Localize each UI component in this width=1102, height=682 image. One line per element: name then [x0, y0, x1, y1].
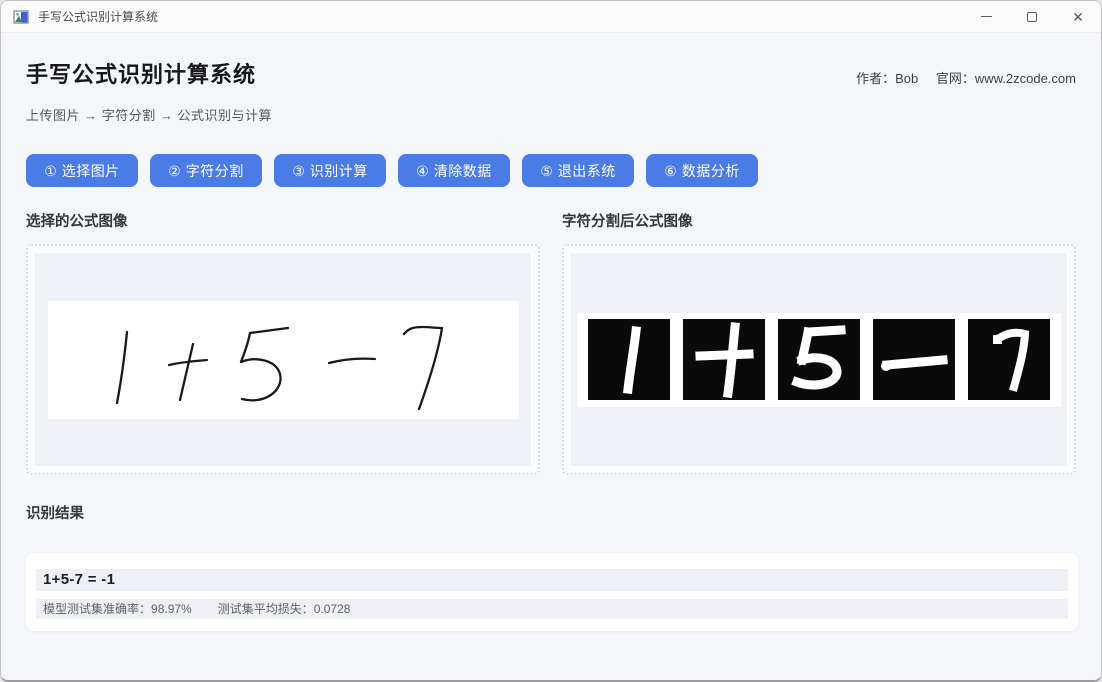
minimize-icon	[980, 16, 992, 17]
original-image-panel	[26, 244, 540, 475]
data-analysis-button[interactable]: ⑥ 数据分析	[646, 154, 758, 187]
toolbar: ① 选择图片 ② 字符分割 ③ 识别计算 ④ 清除数据 ⑤ 退出系统 ⑥ 数据分…	[26, 154, 1076, 187]
result-expression: 1+5-7 = -1	[36, 569, 1068, 591]
segmented-char-7	[968, 319, 1050, 400]
header: 手写公式识别计算系统 作者：Bob 官网：www.2zcode.com	[26, 57, 1076, 89]
segmented-image-panel	[562, 244, 1076, 475]
image-panels	[26, 244, 1076, 475]
segmented-char-plus	[683, 319, 765, 400]
handwritten-formula-image	[47, 300, 519, 419]
website-text: 官网：www.2zcode.com	[935, 71, 1076, 86]
segmented-image-area	[571, 253, 1067, 466]
author-text: 作者：Bob	[856, 71, 919, 86]
author-info: 作者：Bob 官网：www.2zcode.com	[856, 68, 1076, 89]
result-card: 1+5-7 = -1 模型测试集准确率：98.97% 测试集平均损失：0.0728	[26, 553, 1078, 631]
clear-data-button[interactable]: ④ 清除数据	[398, 154, 510, 187]
original-image-area	[35, 253, 531, 466]
select-image-button[interactable]: ① 选择图片	[26, 154, 138, 187]
app-window: 手写公式识别计算系统 ✕ 手写公式识别计算系统 作者：Bob 官网：www.2z…	[0, 0, 1102, 682]
close-icon: ✕	[1072, 8, 1084, 25]
segmented-char-minus	[873, 319, 955, 400]
main-content: 手写公式识别计算系统 作者：Bob 官网：www.2zcode.com 上传图片…	[1, 33, 1101, 680]
segmented-char-5	[778, 319, 860, 400]
accuracy-label: 模型测试集准确率：	[43, 602, 152, 616]
accuracy-value: 98.97%	[151, 602, 192, 616]
maximize-button[interactable]	[1009, 1, 1055, 32]
close-button[interactable]: ✕	[1055, 1, 1101, 32]
exit-system-button[interactable]: ⑤ 退出系统	[522, 154, 634, 187]
workflow-steps: 上传图片 → 字符分割 → 公式识别与计算	[26, 108, 272, 123]
original-image-label: 选择的公式图像	[26, 214, 128, 230]
result-stats: 模型测试集准确率：98.97% 测试集平均损失：0.0728	[36, 599, 1068, 619]
maximize-icon	[1027, 11, 1037, 22]
loss-value: 0.0728	[313, 602, 351, 616]
segmented-characters-strip	[577, 312, 1061, 407]
recognize-calc-button[interactable]: ③ 识别计算	[274, 154, 386, 187]
result-section-label: 识别结果	[26, 506, 84, 522]
app-icon	[13, 9, 29, 24]
segmented-image-label: 字符分割后公式图像	[562, 214, 693, 230]
loss-label: 测试集平均损失：	[217, 602, 314, 616]
panel-labels: 选择的公式图像 字符分割后公式图像	[26, 210, 1076, 231]
page-title: 手写公式识别计算系统	[26, 62, 257, 87]
minimize-button[interactable]	[963, 1, 1009, 32]
window-controls: ✕	[963, 1, 1101, 32]
segment-chars-button[interactable]: ② 字符分割	[150, 154, 262, 187]
segmented-char-1	[588, 319, 670, 400]
window-title: 手写公式识别计算系统	[38, 10, 159, 24]
titlebar: 手写公式识别计算系统 ✕	[1, 1, 1101, 33]
handwriting-svg	[115, 325, 443, 411]
